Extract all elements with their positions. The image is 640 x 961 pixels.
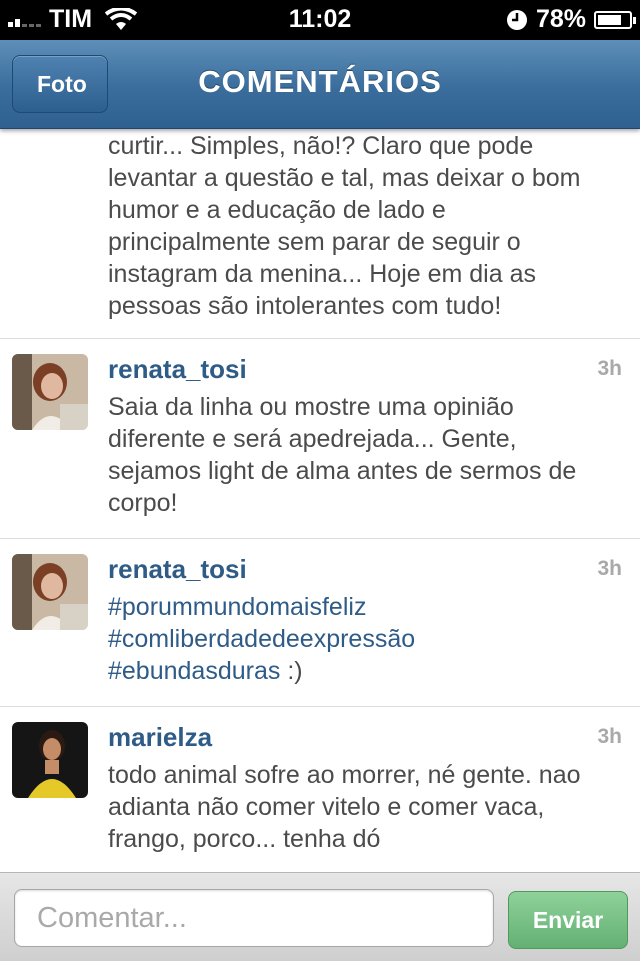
hashtag-link[interactable]: #comliberdadedeexpressão	[108, 625, 415, 653]
battery-percent: 78%	[535, 5, 586, 33]
nav-bar: Foto COMENTÁRIOS	[0, 40, 640, 129]
comments-list[interactable]: curtir... Simples, não!? Claro que pode …	[0, 128, 640, 872]
username[interactable]: renata_tosi	[108, 554, 247, 585]
comment-text: todo animal sofre ao morrer, né gente. n…	[108, 761, 581, 853]
status-bar: TIM 11:02 78%	[0, 0, 640, 40]
clock-icon	[506, 9, 527, 30]
status-right: 78%	[506, 5, 636, 34]
comment-item: renata_tosi 3h Saia da linha ou mostre u…	[0, 339, 640, 539]
username[interactable]: renata_tosi	[108, 354, 247, 385]
send-button[interactable]: Enviar	[508, 891, 628, 949]
comment-text: #porummundomaisfeliz #comliberdadedeexpr…	[0, 539, 640, 687]
comment-item: marielza 3h todo animal sofre ao morrer,…	[0, 707, 640, 872]
comment-text: Saia da linha ou mostre uma opinião dife…	[108, 393, 577, 517]
hashtag-link[interactable]: #porummundomaisfeliz	[108, 593, 366, 621]
hashtag-link[interactable]: #ebundasduras	[108, 657, 280, 685]
comment-text-continued: curtir... Simples, não!? Claro que pode …	[0, 128, 640, 339]
username[interactable]: marielza	[108, 722, 212, 753]
comment-item: renata_tosi 3h #porummundomaisfeliz #com…	[0, 539, 640, 707]
battery-fill	[598, 14, 622, 25]
avatar[interactable]	[12, 722, 88, 798]
comment-input[interactable]: Comentar...	[14, 889, 494, 947]
comment-time: 3h	[597, 557, 622, 580]
battery-icon	[594, 10, 636, 29]
comment-input-placeholder: Comentar...	[37, 901, 187, 934]
avatar[interactable]	[12, 354, 88, 430]
comment-suffix: :)	[280, 657, 303, 685]
page-title: COMENTÁRIOS	[198, 64, 442, 99]
comment-composer: Comentar... Enviar	[0, 872, 640, 961]
comment-time: 3h	[597, 725, 622, 748]
comment-time: 3h	[597, 357, 622, 380]
avatar[interactable]	[12, 554, 88, 630]
